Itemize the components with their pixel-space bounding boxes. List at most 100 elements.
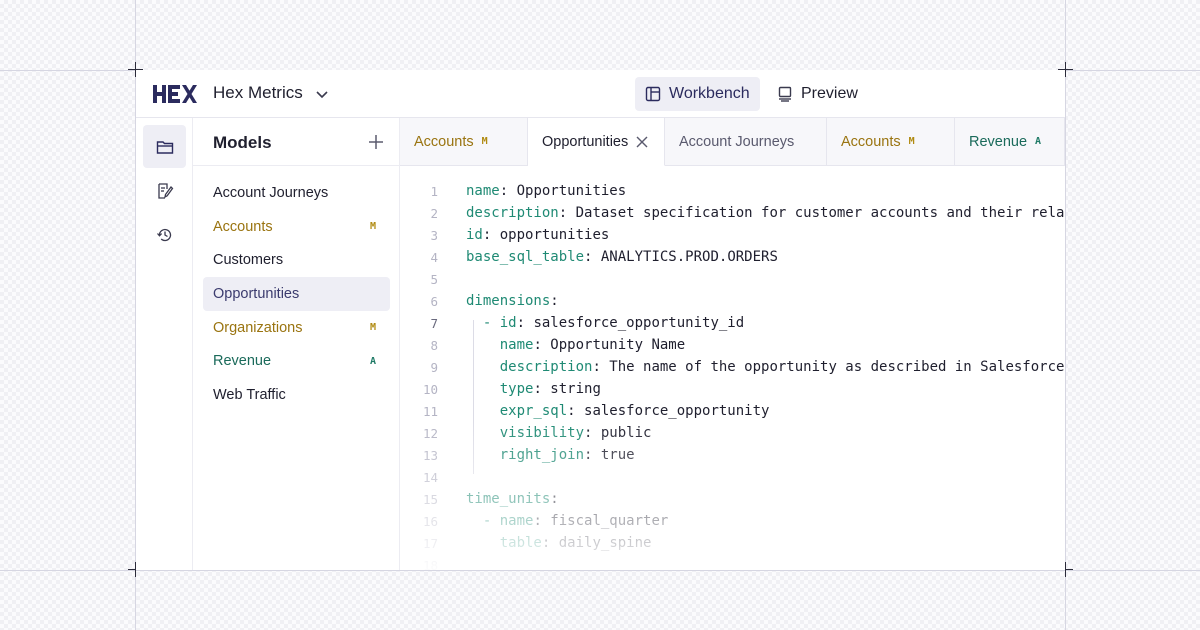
tab-account-journeys[interactable]: Account Journeys [665,118,827,166]
yaml-key: expr_sql [499,403,568,419]
workbench-label: Workbench [669,85,750,102]
yaml-value: ANALYTICS.PROD.ORDERS [592,249,778,265]
tab-opportunities[interactable]: Opportunities [528,118,665,166]
preview-icon [778,86,792,102]
yaml-colon: : [533,381,542,397]
added-badge: A [369,355,376,367]
yaml-key: name [466,183,500,199]
code-line[interactable]: 3 id: opportunities [400,224,609,246]
yaml-colon: : [516,315,526,331]
tab-label: Accounts [841,133,901,150]
code-text: name: Opportunity Name [466,337,685,353]
yaml-colon: : [567,403,576,419]
code-line[interactable]: 15 time_units: [400,488,559,510]
edit-nav-button[interactable] [143,169,186,212]
yaml-colon: : [533,513,542,529]
yaml-value: opportunities [491,227,610,243]
line-number: 12 [422,425,438,441]
yaml-value: salesforce_opportunity_id [525,315,745,331]
code-text: description: Dataset specification for c… [466,205,1065,221]
code-line[interactable]: 11 expr_sql: salesforce_opportunity [400,400,770,422]
yaml-value: string [541,381,601,397]
line-number: 6 [430,293,438,309]
code-line[interactable]: 5 [400,268,438,290]
models-nav-button[interactable] [143,125,186,168]
code-line[interactable]: 10 type: string [400,378,601,400]
sidebar-item-label: Revenue [213,353,272,370]
line-number: 14 [422,469,438,485]
sidebar-item-label: Opportunities [213,285,300,302]
preview-button[interactable]: Preview [767,77,868,111]
guide-line [0,570,1200,571]
yaml-value: Opportunity Name [541,337,686,353]
line-number: 15 [422,491,438,507]
sidebar-item-label: Account Journeys [213,184,329,201]
yaml-key: type [499,381,534,397]
hex-logo[interactable] [153,84,197,104]
plus-icon[interactable] [368,134,384,150]
code-line[interactable]: 14 [400,466,438,488]
code-line[interactable]: 16 - name: fiscal_quarter [400,510,668,532]
line-number: 9 [430,359,438,375]
app-title[interactable]: Hex Metrics [213,83,303,103]
line-number: 17 [422,535,438,551]
modified-badge: M [481,136,488,147]
yaml-value: public [592,425,652,441]
code-text: id: opportunities [466,227,609,243]
code-line[interactable]: 12 visibility: public [400,422,652,444]
workbench-button[interactable]: Workbench [635,77,760,111]
sidebar-item-web-traffic[interactable]: Web Traffic [203,378,390,412]
code-line[interactable]: 13 right_join: true [400,444,635,466]
line-number: 3 [430,227,438,243]
code-line[interactable]: 7 - id: salesforce_opportunity_id [400,312,744,334]
sidebar-item-customers[interactable]: Customers [203,243,390,277]
code-text: - name: fiscal_quarter [466,513,668,529]
yaml-colon: : [499,183,509,199]
code-text: name: Opportunities [466,183,626,199]
yaml-key: id [466,227,483,243]
chevron-down-icon[interactable] [314,86,330,102]
sidebar-item-revenue[interactable]: Revenue A [203,344,390,378]
yaml-colon: : [550,491,559,507]
line-number: 13 [422,447,438,463]
code-line[interactable]: 18 [400,554,438,571]
sidebar-item-account-journeys[interactable]: Account Journeys [203,176,390,210]
close-icon[interactable] [636,136,648,148]
folder-icon [156,140,173,154]
models-sidebar: Models Account Journeys Accounts M Custo… [193,118,400,570]
sidebar-item-opportunities[interactable]: Opportunities [203,277,390,311]
line-number: 5 [430,271,438,287]
code-line[interactable]: 4 base_sql_table: ANALYTICS.PROD.ORDERS [400,246,777,268]
model-list: Account Journeys Accounts M Customers Op… [203,176,390,412]
tab-accounts-2[interactable]: Accounts M [827,118,955,166]
history-nav-button[interactable] [143,213,186,256]
code-text: type: string [466,381,601,397]
code-editor[interactable]: 1 name: Opportunities 2 description: Datase… [400,166,1065,570]
code-line[interactable]: 9 description: The name of the opportuni… [400,356,1064,378]
code-line[interactable]: 1 name: Opportunities [400,180,626,202]
code-text: right_join: true [466,447,635,463]
yaml-key: time_units [466,491,551,507]
tab-revenue[interactable]: Revenue A [955,118,1065,166]
tab-label: Account Journeys [679,133,795,150]
code-line[interactable]: 6 dimensions: [400,290,558,312]
line-number: 4 [430,249,438,265]
line-number: 7 [430,315,438,331]
tab-label: Opportunities [542,133,629,150]
yaml-key: right_join [499,447,585,463]
modified-badge: M [369,322,376,334]
sidebar-item-accounts[interactable]: Accounts M [203,210,390,244]
code-line[interactable]: 8 name: Opportunity Name [400,334,685,356]
line-number: 10 [422,381,438,397]
yaml-value: salesforce_opportunity [575,403,770,419]
yaml-key: base_sql_table [466,249,585,265]
code-line[interactable]: 2 description: Dataset specification for … [400,202,1065,224]
tab-accounts[interactable]: Accounts M [400,118,528,166]
sidebar-item-organizations[interactable]: Organizations M [203,311,390,345]
code-line[interactable]: 17 table: daily_spine [400,532,652,554]
yaml-value: Dataset specification for customer accou… [575,205,1065,221]
yaml-colon: : [592,359,601,375]
tab-label: Accounts [414,133,474,150]
added-badge: A [1035,136,1042,147]
